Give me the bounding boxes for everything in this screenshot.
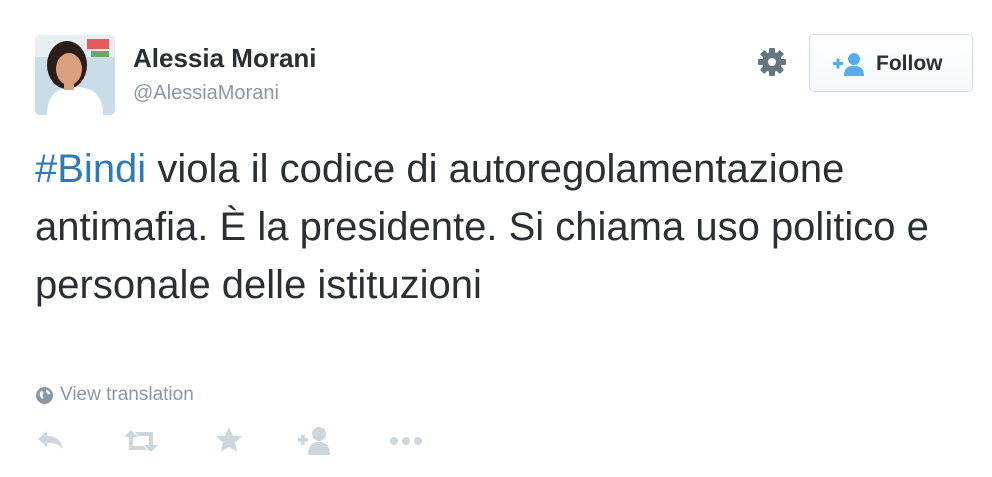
- follow-action-add-user-icon[interactable]: [297, 425, 333, 457]
- tweet-body: viola il codice di autoregolamentazione …: [35, 147, 929, 307]
- more-dots-icon[interactable]: [389, 425, 423, 457]
- follow-button[interactable]: Follow: [809, 34, 973, 92]
- add-user-icon: [832, 52, 866, 81]
- tweet-text: #Bindi viola il codice di autoregolament…: [35, 140, 935, 314]
- hashtag-link[interactable]: #Bindi: [35, 147, 146, 191]
- avatar[interactable]: [35, 35, 115, 115]
- reply-icon[interactable]: [35, 425, 67, 457]
- tweet-card: Alessia Morani @AlessiaMorani Follow #Bi…: [0, 0, 992, 477]
- author-handle[interactable]: @AlessiaMorani: [133, 82, 279, 105]
- star-icon[interactable]: [214, 425, 244, 457]
- gear-icon[interactable]: [754, 44, 790, 80]
- view-translation-label: View translation: [60, 384, 194, 405]
- avatar-image: [35, 35, 115, 115]
- globe-icon: [36, 387, 53, 404]
- follow-label: Follow: [876, 52, 943, 75]
- retweet-icon[interactable]: [122, 425, 160, 457]
- author-name[interactable]: Alessia Morani: [133, 43, 317, 74]
